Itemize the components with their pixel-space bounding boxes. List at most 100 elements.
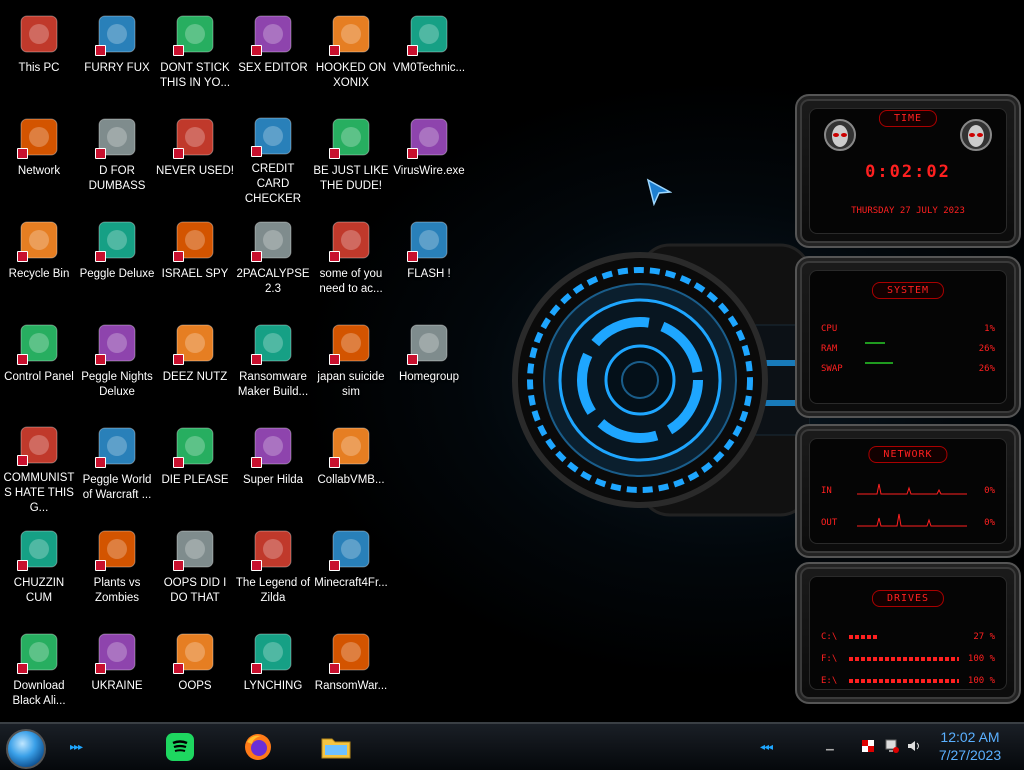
shortcut-badge-icon xyxy=(329,457,340,468)
desktop-icon[interactable]: Super Hilda xyxy=(234,416,312,516)
desktop-icon[interactable]: RansomWar... xyxy=(312,622,390,722)
program-icon xyxy=(249,525,297,573)
widget-time-date: THURSDAY 27 JULY 2023 xyxy=(851,206,965,216)
speaker-icon[interactable] xyxy=(906,738,922,754)
desktop-icon-label: ISRAEL SPY xyxy=(161,268,229,280)
shortcut-badge-icon xyxy=(17,148,28,159)
desktop-icon-label: OOPS xyxy=(178,680,212,692)
desktop-icon[interactable]: Peggle Deluxe xyxy=(78,210,156,310)
program-icon xyxy=(405,319,453,367)
desktop-icon[interactable]: VM0Technic... xyxy=(390,4,468,104)
desktop-icon[interactable]: DEEZ NUTZ xyxy=(156,313,234,413)
desktop-icon[interactable]: DONT STICK THIS IN YO... xyxy=(156,4,234,104)
desktop-icon-label: DIE PLEASE xyxy=(161,474,229,486)
shortcut-badge-icon xyxy=(251,560,262,571)
desktop-icon[interactable]: Network xyxy=(0,107,78,207)
shortcut-badge-icon xyxy=(329,148,340,159)
desktop-icon-label: Download Black Ali... xyxy=(12,680,66,707)
desktop-icon[interactable]: LYNCHING xyxy=(234,622,312,722)
widget-time-clock: 0:02:02 xyxy=(865,162,951,182)
desktop-icon[interactable]: Minecraft4Fr... xyxy=(312,519,390,619)
taskbar-file-explorer-button[interactable] xyxy=(316,730,356,764)
desktop-icon[interactable]: HOOKED ON XONIX xyxy=(312,4,390,104)
program-icon xyxy=(171,422,219,470)
desktop-icon-label: DONT STICK THIS IN YO... xyxy=(159,62,231,89)
desktop-icon[interactable]: Recycle Bin xyxy=(0,210,78,310)
system-row-swap: SWAP 26% xyxy=(821,364,995,374)
program-icon xyxy=(15,628,63,676)
desktop-icon-label: VirusWire.exe xyxy=(393,165,465,177)
shortcut-badge-icon xyxy=(95,251,106,262)
taskbar-show-hidden-icons[interactable]: ▁ xyxy=(826,740,846,754)
desktop-icon[interactable]: OOPS xyxy=(156,622,234,722)
desktop-icon[interactable]: FLASH ! xyxy=(390,210,468,310)
alien-left-icon xyxy=(824,119,856,151)
desktop-icon[interactable]: Plants vs Zombies xyxy=(78,519,156,619)
desktop-icon-label: Plants vs Zombies xyxy=(93,577,141,604)
desktop-icon[interactable]: The Legend of Zilda xyxy=(234,519,312,619)
program-icon xyxy=(327,525,375,573)
desktop-icon[interactable]: some of you need to ac... xyxy=(312,210,390,310)
shortcut-badge-icon xyxy=(173,663,184,674)
desktop-icon[interactable]: 2PACALYPSE 2.3 xyxy=(234,210,312,310)
desktop-icon[interactable]: D FOR DUMBASS xyxy=(78,107,156,207)
desktop-icon[interactable]: VirusWire.exe xyxy=(390,107,468,207)
desktop-icon[interactable]: UKRAINE xyxy=(78,622,156,722)
desktop-icon[interactable]: Homegroup xyxy=(390,313,468,413)
program-icon xyxy=(249,113,297,159)
taskbar-spotify-button[interactable] xyxy=(160,730,200,764)
desktop-icon-label: SEX EDITOR xyxy=(238,62,308,74)
desktop-icon[interactable]: SEX EDITOR xyxy=(234,4,312,104)
program-icon xyxy=(15,216,63,264)
desktop-icon[interactable]: ISRAEL SPY xyxy=(156,210,234,310)
program-icon xyxy=(249,422,297,470)
shortcut-badge-icon xyxy=(95,457,106,468)
desktop-icon[interactable]: Control Panel xyxy=(0,313,78,413)
security-flag-icon[interactable] xyxy=(860,738,876,754)
system-widget: SYSTEM CPU 1% RAM 26% SWAP 26% xyxy=(795,256,1021,418)
program-icon xyxy=(249,10,297,58)
taskbar-clock[interactable]: 12:02 AM 7/27/2023 xyxy=(930,728,1010,764)
program-icon xyxy=(327,319,375,367)
desktop-icon[interactable]: CREDIT CARD CHECKER xyxy=(234,107,312,207)
desktop-icon[interactable]: NEVER USED! xyxy=(156,107,234,207)
program-icon xyxy=(15,319,63,367)
shortcut-badge-icon xyxy=(17,663,28,674)
desktop-icon[interactable]: This PC xyxy=(0,4,78,104)
desktop-icon-label: COMMUNISTS HATE THIS G... xyxy=(3,472,75,514)
desktop-icon-label: OOPS DID I DO THAT xyxy=(163,577,227,604)
shortcut-badge-icon xyxy=(17,455,28,466)
desktop-icon-label: Minecraft4Fr... xyxy=(314,577,388,589)
desktop-icon[interactable]: CollabVMB... xyxy=(312,416,390,516)
desktop-icon-label: Control Panel xyxy=(4,371,74,383)
program-icon xyxy=(171,10,219,58)
desktop-icon[interactable]: japan suicide sim xyxy=(312,313,390,413)
shortcut-badge-icon xyxy=(251,146,262,157)
desktop-icon[interactable]: Peggle World of Warcraft ... xyxy=(78,416,156,516)
desktop-icon[interactable]: DIE PLEASE xyxy=(156,416,234,516)
desktop-icon-label: Peggle Nights Deluxe xyxy=(81,371,153,398)
taskbar-firefox-button[interactable] xyxy=(238,730,278,764)
program-icon xyxy=(405,113,453,161)
desktop-icon[interactable]: Ransomware Maker Build... xyxy=(234,313,312,413)
desktop-icon[interactable]: Peggle Nights Deluxe xyxy=(78,313,156,413)
network-out-graph xyxy=(857,513,967,527)
program-icon xyxy=(15,10,63,58)
program-icon xyxy=(405,10,453,58)
program-icon xyxy=(405,216,453,264)
shortcut-badge-icon xyxy=(173,45,184,56)
program-icon xyxy=(93,422,141,470)
desktop-icon[interactable]: OOPS DID I DO THAT xyxy=(156,519,234,619)
network-tray-icon[interactable] xyxy=(884,738,900,754)
shortcut-badge-icon xyxy=(329,560,340,571)
start-button[interactable] xyxy=(6,729,46,769)
desktop-icon[interactable]: FURRY FUX xyxy=(78,4,156,104)
desktop-icon[interactable]: CHUZZIN CUM xyxy=(0,519,78,619)
desktop-icon[interactable]: COMMUNISTS HATE THIS G... xyxy=(0,416,78,516)
desktop-icon-label: Network xyxy=(17,165,61,177)
shortcut-badge-icon xyxy=(407,251,418,262)
shortcut-badge-icon xyxy=(407,354,418,365)
desktop-icon[interactable]: BE JUST LIKE THE DUDE! xyxy=(312,107,390,207)
taskbar-decor-left: ▸▸▸ xyxy=(70,742,83,753)
desktop-icon[interactable]: Download Black Ali... xyxy=(0,622,78,722)
